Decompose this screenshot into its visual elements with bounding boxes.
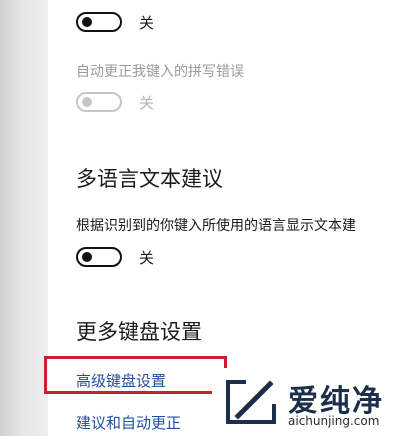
autocorrect-label: 自动更正我键入的拼写错误 bbox=[76, 64, 244, 80]
toggle-1-state-label: 关 bbox=[139, 14, 155, 32]
autocorrect-toggle[interactable] bbox=[76, 92, 122, 112]
watermark: 爱纯净 aichunjing.com bbox=[212, 368, 413, 436]
toggle-knob bbox=[82, 17, 92, 27]
more-keyboard-settings-heading: 更多键盘设置 bbox=[76, 320, 202, 344]
toggle-switch-1[interactable] bbox=[76, 12, 122, 32]
multilang-description: 根据识别到的你键入所使用的语言显示文本建 bbox=[76, 218, 356, 234]
multilang-toggle[interactable] bbox=[76, 247, 122, 267]
slash-square-logo-icon bbox=[226, 380, 276, 424]
highlight-annotation-box bbox=[44, 356, 227, 394]
multilang-heading: 多语言文本建议 bbox=[76, 167, 223, 191]
watermark-domain: aichunjing.com bbox=[288, 414, 380, 428]
suggestions-autocorrect-link[interactable]: 建议和自动更正 bbox=[76, 412, 181, 433]
toggle-knob bbox=[82, 252, 92, 262]
keyboard-settings-panel: 关 自动更正我键入的拼写错误 关 多语言文本建议 根据识别到的你键入所使用的语言… bbox=[0, 0, 413, 436]
multilang-toggle-state-label: 关 bbox=[139, 249, 155, 267]
toggle-knob bbox=[82, 97, 92, 107]
autocorrect-toggle-state-label: 关 bbox=[139, 94, 155, 112]
